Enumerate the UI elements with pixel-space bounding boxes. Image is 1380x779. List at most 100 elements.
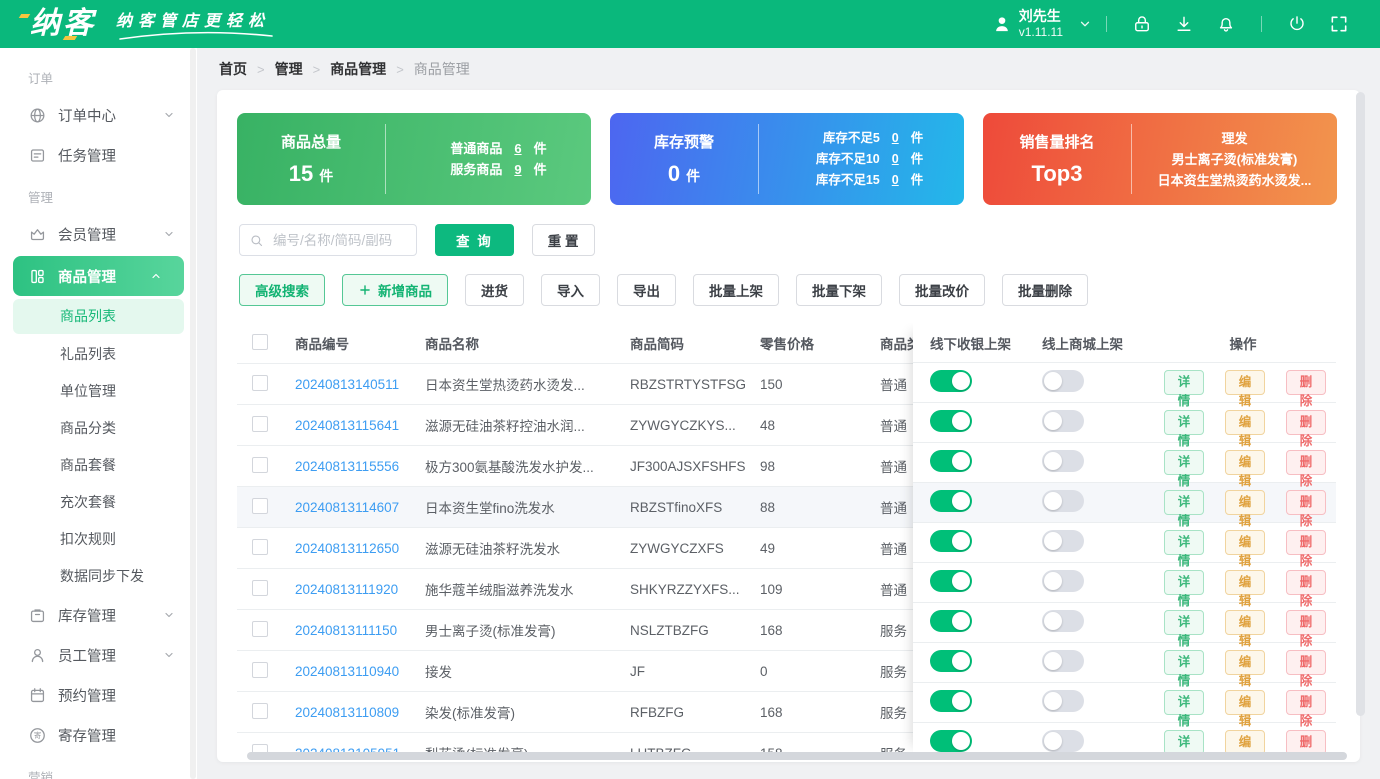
offline-shelf-toggle[interactable] [930,690,972,712]
stock-below10-count[interactable]: 0 [892,149,899,170]
breadcrumb-home[interactable]: 首页 [219,59,247,79]
download-icon[interactable] [1174,14,1194,34]
delete-button[interactable]: 删除 [1286,570,1326,595]
search-input[interactable] [271,232,407,249]
row-checkbox[interactable] [252,703,268,719]
sidebar-sub-data-sync[interactable]: 数据同步下发 [0,558,197,595]
online-shelf-toggle[interactable] [1042,610,1084,632]
product-id-link[interactable]: 20240813111920 [295,582,398,597]
offline-shelf-toggle[interactable] [930,530,972,552]
row-checkbox[interactable] [252,662,268,678]
edit-button[interactable]: 编辑 [1225,530,1265,555]
sidebar-sub-recharge-packages[interactable]: 充次套餐 [0,484,197,521]
detail-button[interactable]: 详情 [1164,610,1204,635]
offline-shelf-toggle[interactable] [930,610,972,632]
delete-button[interactable]: 删除 [1286,650,1326,675]
sidebar-item-order-center[interactable]: 订单中心 [0,95,197,135]
product-id-link[interactable]: 20240813112650 [295,541,399,556]
sidebar-sub-categories[interactable]: 商品分类 [0,410,197,447]
batch-on-shelf-button[interactable]: 批量上架 [693,274,779,306]
detail-button[interactable]: 详情 [1164,690,1204,715]
service-goods-count[interactable]: 9 [514,159,521,180]
sidebar-sub-packages[interactable]: 商品套餐 [0,447,197,484]
online-shelf-toggle[interactable] [1042,650,1084,672]
batch-delete-button[interactable]: 批量删除 [1002,274,1088,306]
detail-button[interactable]: 详情 [1164,450,1204,475]
query-button[interactable]: 查 询 [435,224,514,256]
offline-shelf-toggle[interactable] [930,650,972,672]
online-shelf-toggle[interactable] [1042,410,1084,432]
online-shelf-toggle[interactable] [1042,690,1084,712]
sidebar-item-members[interactable]: 会员管理 [0,214,197,254]
horizontal-scrollbar[interactable] [247,752,1347,760]
stock-below5-count[interactable]: 0 [892,128,899,149]
delete-button[interactable]: 删除 [1286,410,1326,435]
product-id-link[interactable]: 20240813110940 [295,664,399,679]
online-shelf-toggle[interactable] [1042,570,1084,592]
edit-button[interactable]: 编辑 [1225,570,1265,595]
edit-button[interactable]: 编辑 [1225,490,1265,515]
delete-button[interactable]: 删除 [1286,530,1326,555]
breadcrumb-management[interactable]: 管理 [275,59,303,79]
sidebar-sub-units[interactable]: 单位管理 [0,373,197,410]
sidebar-item-inventory[interactable]: 库存管理 [0,595,197,635]
delete-button[interactable]: 删除 [1286,690,1326,715]
sidebar-scrollbar[interactable] [190,48,196,779]
detail-button[interactable]: 详情 [1164,490,1204,515]
delete-button[interactable]: 删除 [1286,370,1326,395]
sidebar-sub-gift-list[interactable]: 礼品列表 [0,336,197,373]
stock-below15-count[interactable]: 0 [892,170,899,191]
online-shelf-toggle[interactable] [1042,730,1084,752]
product-id-link[interactable]: 20240813115641 [295,418,399,433]
product-id-link[interactable]: 20240813115556 [295,459,399,474]
online-shelf-toggle[interactable] [1042,370,1084,392]
online-shelf-toggle[interactable] [1042,530,1084,552]
offline-shelf-toggle[interactable] [930,370,972,392]
row-checkbox[interactable] [252,621,268,637]
normal-goods-count[interactable]: 6 [514,138,521,159]
detail-button[interactable]: 详情 [1164,650,1204,675]
sidebar-sub-goods-list[interactable]: 商品列表 [13,299,184,334]
offline-shelf-toggle[interactable] [930,490,972,512]
reset-button[interactable]: 重 置 [532,224,595,256]
sidebar-item-goods[interactable]: 商品管理 [13,256,184,296]
offline-shelf-toggle[interactable] [930,410,972,432]
vertical-scrollbar[interactable] [1356,92,1365,716]
row-checkbox[interactable] [252,375,268,391]
detail-button[interactable]: 详情 [1164,410,1204,435]
product-id-link[interactable]: 20240813110809 [295,705,399,720]
row-checkbox[interactable] [252,498,268,514]
edit-button[interactable]: 编辑 [1225,650,1265,675]
user-menu[interactable]: 刘先生 v1.11.11 [992,8,1092,39]
delete-button[interactable]: 删除 [1286,450,1326,475]
detail-button[interactable]: 详情 [1164,570,1204,595]
delete-button[interactable]: 删除 [1286,610,1326,635]
row-checkbox[interactable] [252,539,268,555]
online-shelf-toggle[interactable] [1042,450,1084,472]
offline-shelf-toggle[interactable] [930,450,972,472]
advanced-search-button[interactable]: 高级搜索 [239,274,325,306]
offline-shelf-toggle[interactable] [930,730,972,752]
edit-button[interactable]: 编辑 [1225,610,1265,635]
export-button[interactable]: 导出 [617,274,676,306]
sidebar-item-storage[interactable]: 寄 寄存管理 [0,715,197,755]
lock-icon[interactable] [1132,14,1152,34]
edit-button[interactable]: 编辑 [1225,370,1265,395]
delete-button[interactable]: 删除 [1286,490,1326,515]
edit-button[interactable]: 编辑 [1225,690,1265,715]
offline-shelf-toggle[interactable] [930,570,972,592]
row-checkbox[interactable] [252,416,268,432]
import-button[interactable]: 导入 [541,274,600,306]
edit-button[interactable]: 编辑 [1225,410,1265,435]
product-id-link[interactable]: 20240813140511 [295,377,399,392]
sidebar-item-staff[interactable]: 员工管理 [0,635,197,675]
sidebar-item-tasks[interactable]: 任务管理 [0,135,197,175]
batch-reprice-button[interactable]: 批量改价 [899,274,985,306]
row-checkbox[interactable] [252,457,268,473]
row-checkbox[interactable] [252,580,268,596]
detail-button[interactable]: 详情 [1164,370,1204,395]
batch-off-shelf-button[interactable]: 批量下架 [796,274,882,306]
product-id-link[interactable]: 20240813111150 [295,623,397,638]
detail-button[interactable]: 详情 [1164,530,1204,555]
product-id-link[interactable]: 20240813114607 [295,500,399,515]
